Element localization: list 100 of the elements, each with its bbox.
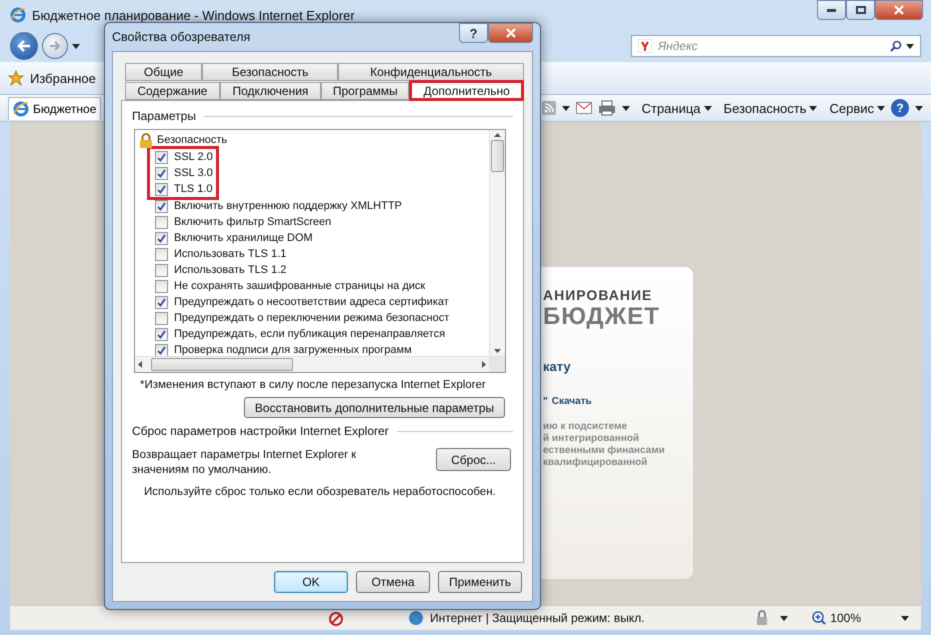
close-icon xyxy=(894,5,904,15)
checkbox[interactable] xyxy=(155,264,168,276)
group-label: Сброс параметров настройки Internet Explorer xyxy=(132,424,389,438)
checkbox[interactable] xyxy=(155,166,168,180)
security-zone-text: Интернет | Защищенный режим: выкл. xyxy=(430,611,645,625)
checkbox[interactable] xyxy=(155,232,168,244)
setting-label: SSL 2.0 xyxy=(174,151,213,163)
checkbox[interactable] xyxy=(155,248,168,260)
scrollbar-thumb[interactable] xyxy=(491,140,504,172)
dialog-button[interactable]: Отмена xyxy=(356,571,430,593)
help-button[interactable]: ? xyxy=(459,23,488,43)
close-icon xyxy=(506,28,516,38)
setting-label: Не сохранять зашифрованные страницы на диск xyxy=(174,280,426,292)
setting-label: Предупреждать о переключении режима безопасност xyxy=(174,312,450,324)
command-menu[interactable]: Безопасность xyxy=(724,100,818,116)
description-line: й интегрированной xyxy=(543,433,640,445)
logo-text: БЮДЖЕТ xyxy=(543,303,661,331)
tab[interactable]: Безопасность xyxy=(202,63,338,81)
dropdown-arrow-icon[interactable] xyxy=(72,44,80,48)
zoom-level[interactable]: 100% xyxy=(830,611,861,625)
reset-description: Возвращает параметры Internet Explorer к значениям по умолчанию. xyxy=(132,448,358,478)
tab[interactable]: Подключения xyxy=(220,82,322,100)
rss-icon[interactable] xyxy=(542,101,556,115)
checkmark-icon xyxy=(157,234,166,242)
close-button[interactable] xyxy=(488,23,533,43)
checkbox[interactable] xyxy=(155,150,168,164)
minimize-icon xyxy=(827,8,836,12)
caret-icon xyxy=(877,106,885,110)
dropdown-arrow-icon[interactable] xyxy=(901,616,909,620)
setting-label: Использовать TLS 1.2 xyxy=(174,264,286,276)
setting-label: Проверка подписи для загруженных программ xyxy=(174,344,412,356)
y-logo-icon xyxy=(638,39,652,53)
page-heading: АНИРОВАНИЕ xyxy=(543,287,654,303)
back-button[interactable] xyxy=(10,32,38,60)
dropdown-arrow-icon[interactable] xyxy=(780,616,788,620)
description-line: ию к подсистеме xyxy=(543,421,628,433)
dialog-button[interactable]: OK xyxy=(274,571,348,593)
dropdown-arrow-icon[interactable] xyxy=(622,106,630,110)
scrollbar-corner xyxy=(489,356,505,372)
tab[interactable]: Общие xyxy=(125,63,202,81)
setting-label: SSL 3.0 xyxy=(174,167,213,179)
setting-label: TLS 1.0 xyxy=(174,183,213,195)
help-button[interactable]: ? xyxy=(891,99,909,117)
download-link[interactable]: Скачать xyxy=(552,396,592,407)
description-line: ественными финансами xyxy=(543,445,666,457)
checkbox[interactable] xyxy=(155,182,168,196)
zoom-icon[interactable] xyxy=(812,611,826,625)
caret-icon xyxy=(704,106,712,110)
tab[interactable]: Конфиденциальность xyxy=(338,63,524,81)
mail-icon[interactable] xyxy=(576,102,592,114)
caret-icon xyxy=(809,106,818,110)
forward-button[interactable] xyxy=(42,33,68,59)
description-line: квалифицированной xyxy=(543,457,648,469)
window-title: Бюджетное планирование - Windows Internet Explorer xyxy=(32,8,355,22)
settings-list[interactable] xyxy=(134,129,506,373)
maximize-button[interactable] xyxy=(846,0,875,20)
command-menu[interactable]: Сервис xyxy=(829,100,885,116)
checkbox[interactable] xyxy=(155,344,168,356)
setting-label: Предупреждать, если публикация перенаправляется xyxy=(174,328,446,340)
e-logo-icon xyxy=(13,100,29,116)
dialog-title: Свойства обозревателя xyxy=(112,30,250,44)
tab[interactable]: Программы xyxy=(321,82,410,100)
arrow-left-icon xyxy=(17,40,31,52)
e-logo-icon xyxy=(10,7,26,23)
scrollbar-thumb[interactable] xyxy=(151,358,293,371)
checkbox[interactable] xyxy=(155,280,168,292)
close-button[interactable] xyxy=(875,0,923,20)
checkbox[interactable] xyxy=(155,328,168,340)
blocked-icon[interactable] xyxy=(328,610,346,626)
favorites-button[interactable]: Избранное xyxy=(30,70,96,86)
checkbox[interactable] xyxy=(155,216,168,228)
printer-icon[interactable] xyxy=(598,100,616,116)
checkmark-icon xyxy=(157,298,166,306)
command-menu[interactable]: Страница xyxy=(642,100,712,116)
checkbox[interactable] xyxy=(155,200,168,212)
dropdown-arrow-icon[interactable] xyxy=(562,106,570,110)
setting-label: Включить хранилище DOM xyxy=(174,232,313,244)
checkbox[interactable] xyxy=(155,296,168,308)
tab[interactable]: Дополнительно xyxy=(409,80,524,101)
minimize-button[interactable] xyxy=(817,0,846,20)
setting-label: Включить внутреннюю поддержку XMLHTTP xyxy=(174,200,402,212)
padlock-icon xyxy=(139,132,153,148)
arrow-right-icon xyxy=(49,41,61,51)
restore-defaults-button[interactable]: Восстановить дополнительные параметры xyxy=(244,397,505,418)
setting-label: Использовать TLS 1.1 xyxy=(174,248,286,260)
search-icon[interactable] xyxy=(890,40,902,52)
globe-icon xyxy=(408,610,424,626)
setting-label: Включить фильтр SmartScreen xyxy=(174,216,332,228)
checkbox[interactable] xyxy=(155,312,168,324)
vertical-scrollbar[interactable] xyxy=(489,130,505,356)
browser-tab[interactable]: Бюджетное xyxy=(8,96,102,120)
dropdown-arrow-icon[interactable] xyxy=(906,44,914,48)
restart-note: *Изменения вступают в силу после перезапуска Internet Explorer xyxy=(140,379,487,391)
tab[interactable]: Содержание xyxy=(125,82,220,100)
dropdown-arrow-icon[interactable] xyxy=(915,106,923,110)
reset-button[interactable]: Сброс... xyxy=(436,448,511,471)
dialog-button[interactable]: Применить xyxy=(438,571,522,593)
category-label: Безопасность xyxy=(157,134,228,146)
group-label: Параметры xyxy=(132,109,196,123)
horizontal-scrollbar[interactable] xyxy=(135,356,489,372)
